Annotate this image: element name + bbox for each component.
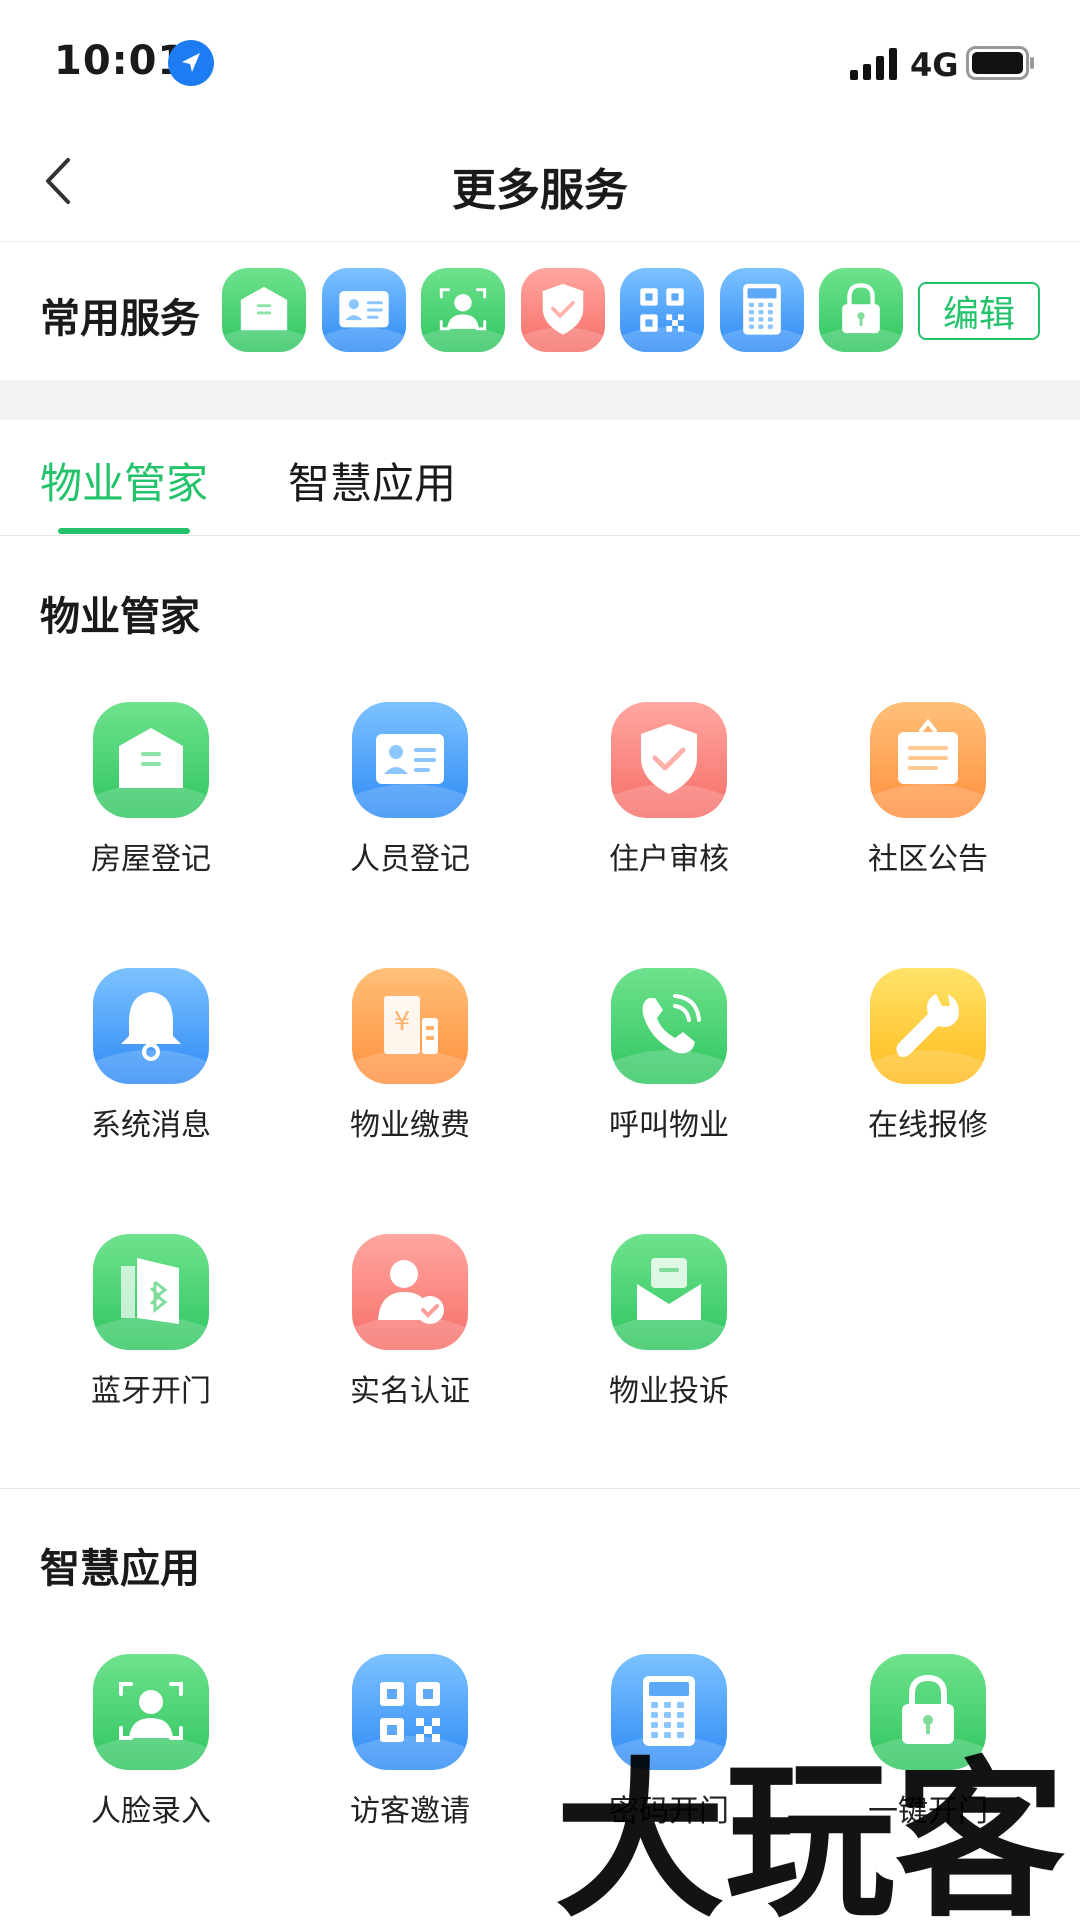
service-label: 在线报修 [868, 1108, 988, 1143]
service-icon [611, 968, 727, 1084]
service-label: 系统消息 [91, 1108, 211, 1143]
favorite-shortcut[interactable] [222, 268, 306, 352]
face-scan-icon [93, 1654, 209, 1770]
service-label: 呼叫物业 [609, 1108, 729, 1143]
favorite-shortcut[interactable] [719, 268, 804, 352]
qr-code-icon [352, 1654, 468, 1770]
service-item[interactable]: 呼叫物业 [539, 968, 799, 1158]
svg-text:¥: ¥ [394, 1007, 411, 1037]
service-item[interactable]: ¥ 物业缴费 [280, 968, 540, 1158]
network-label: 4G [910, 46, 959, 84]
location-arrow-icon [168, 40, 214, 86]
phone-icon [611, 968, 727, 1084]
service-item[interactable]: 实名认证 [280, 1234, 540, 1424]
service-icon [870, 968, 986, 1084]
service-icon [352, 1234, 468, 1350]
qr-code-icon [620, 268, 704, 352]
service-item[interactable]: 访客邀请 [280, 1654, 540, 1844]
service-item[interactable]: 在线报修 [798, 968, 1058, 1158]
service-item[interactable]: 住户审核 [539, 702, 799, 892]
favorites-bar: 常用服务 编辑 [0, 242, 1080, 380]
section-divider [0, 1488, 1080, 1489]
page-title: 更多服务 [452, 165, 628, 216]
house-icon [93, 702, 209, 818]
service-icon [352, 1654, 468, 1770]
favorite-shortcut[interactable] [321, 268, 406, 352]
status-time: 10:01 [54, 38, 187, 84]
favorite-shortcut[interactable] [819, 268, 903, 352]
service-label: 社区公告 [868, 842, 988, 877]
tab-bar: 物业管家 智慧应用 [0, 420, 1080, 536]
signal-icon [850, 48, 897, 80]
service-label: 房屋登记 [91, 842, 211, 877]
favorites-title: 常用服务 [40, 296, 200, 342]
watermark-logo: 大玩客 [555, 1743, 1065, 1920]
house-icon [222, 268, 306, 352]
service-item[interactable]: 人员登记 [280, 702, 540, 892]
tab-property-butler[interactable]: 物业管家 [40, 450, 208, 511]
service-label: 人员登记 [350, 842, 470, 877]
service-item[interactable]: 房屋登记 [21, 702, 281, 892]
status-bar: 10:01 4G [0, 0, 1080, 120]
section-title-smart-apps: 智慧应用 [40, 1546, 200, 1592]
battery-icon [966, 46, 1034, 80]
service-label: 访客邀请 [350, 1794, 470, 1829]
edit-button[interactable]: 编辑 [918, 282, 1040, 340]
service-icon [870, 702, 986, 818]
section-title-property-butler: 物业管家 [40, 594, 200, 640]
id-card-icon [321, 268, 406, 352]
calculator-icon [719, 268, 804, 352]
service-item[interactable]: 物业投诉 [539, 1234, 799, 1424]
shield-check-icon [611, 702, 727, 818]
service-item[interactable]: 人脸录入 [21, 1654, 281, 1844]
service-item[interactable]: 社区公告 [798, 702, 1058, 892]
section-gap [0, 380, 1080, 420]
service-item[interactable]: 系统消息 [21, 968, 281, 1158]
service-label: 住户审核 [609, 842, 729, 877]
service-label: 人脸录入 [91, 1794, 211, 1829]
service-icon [93, 968, 209, 1084]
bell-icon [93, 968, 209, 1084]
id-card-icon [352, 702, 468, 818]
favorite-shortcut[interactable] [620, 268, 704, 352]
service-icon [352, 702, 468, 818]
svg-text:大玩客: 大玩客 [555, 1743, 1065, 1920]
service-label: 物业投诉 [609, 1374, 729, 1409]
service-icon [93, 1654, 209, 1770]
service-icon [93, 1234, 209, 1350]
wrench-icon [870, 968, 986, 1084]
service-icon [93, 702, 209, 818]
tab-smart-apps[interactable]: 智慧应用 [288, 450, 456, 511]
service-label: 蓝牙开门 [91, 1374, 211, 1409]
nav-bar: 更多服务 [0, 120, 1080, 242]
service-icon [611, 1234, 727, 1350]
service-icon: ¥ [352, 968, 468, 1084]
face-scan-icon [421, 268, 505, 352]
mail-icon [611, 1234, 727, 1350]
service-icon [611, 702, 727, 818]
service-label: 实名认证 [350, 1374, 470, 1409]
service-label: 物业缴费 [350, 1108, 470, 1143]
service-item[interactable]: 蓝牙开门 [21, 1234, 281, 1424]
favorite-shortcut[interactable] [421, 268, 505, 352]
bluetooth-door-icon [93, 1234, 209, 1350]
notice-board-icon [870, 702, 986, 818]
user-verified-icon [352, 1234, 468, 1350]
shield-check-icon [520, 268, 605, 352]
tab-active-indicator [58, 528, 190, 534]
favorite-shortcut[interactable] [520, 268, 605, 352]
building-yuan-icon: ¥ [352, 968, 468, 1084]
lock-icon [819, 268, 903, 352]
